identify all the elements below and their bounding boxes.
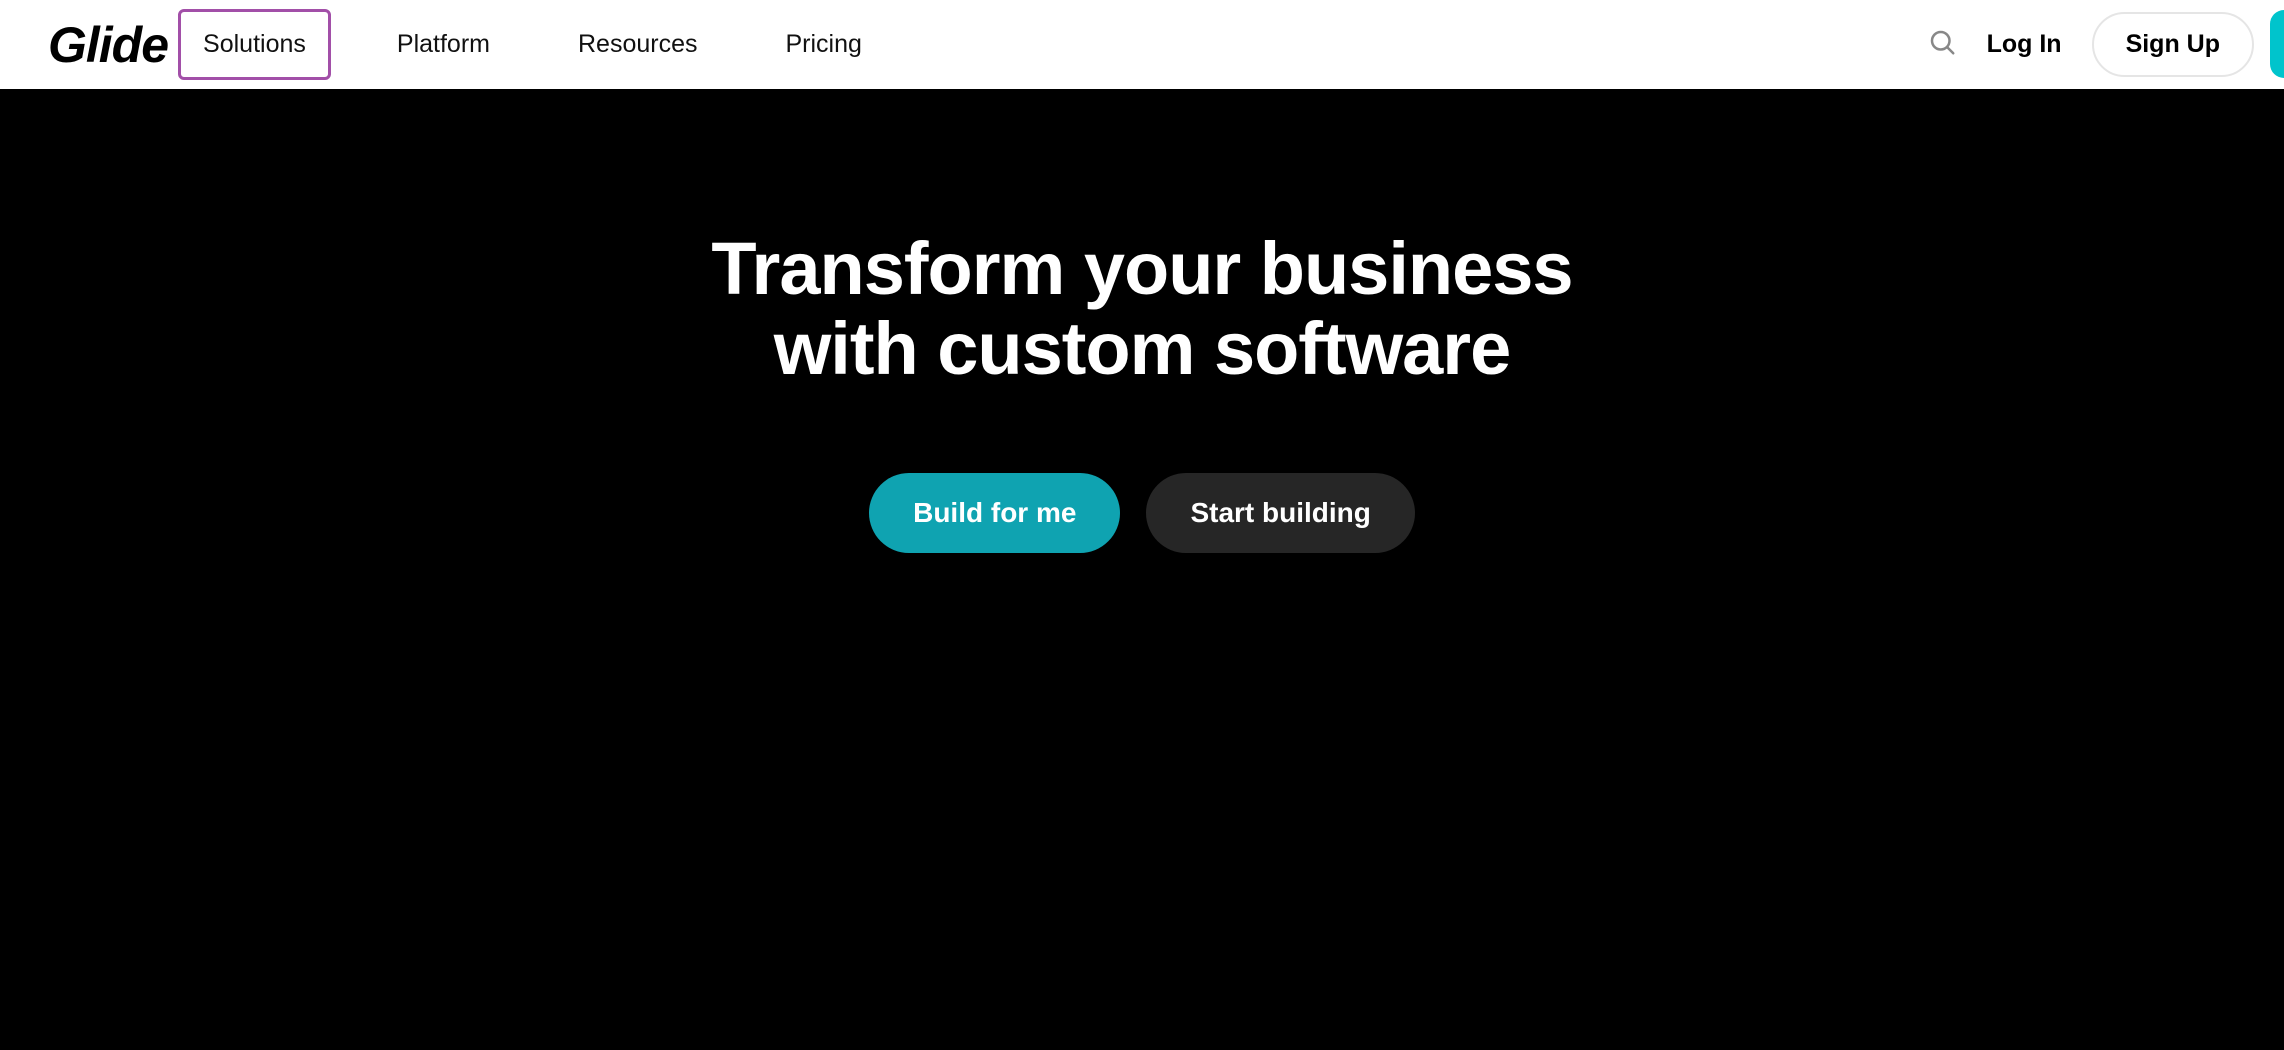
hero-section: Transform your business with custom soft… <box>0 89 2284 1050</box>
hero-title-line1: Transform your business <box>711 229 1572 309</box>
hero-buttons: Build for me Start building <box>869 473 1415 553</box>
main-nav: Solutions Platform Resources Pricing <box>178 9 884 80</box>
nav-resources[interactable]: Resources <box>556 12 720 77</box>
nav-solutions[interactable]: Solutions <box>178 9 331 80</box>
nav-pricing[interactable]: Pricing <box>763 12 883 77</box>
logo[interactable]: Glide <box>48 16 168 74</box>
nav-platform[interactable]: Platform <box>375 12 512 77</box>
build-for-me-button[interactable]: Build for me <box>869 473 1120 553</box>
login-link[interactable]: Log In <box>1987 30 2062 59</box>
accent-decoration <box>2270 10 2284 78</box>
search-icon[interactable] <box>1927 27 1957 62</box>
signup-button[interactable]: Sign Up <box>2092 12 2254 77</box>
header-right: Log In Sign Up <box>1927 12 2254 77</box>
start-building-button[interactable]: Start building <box>1146 473 1414 553</box>
header: Glide Solutions Platform Resources Prici… <box>0 0 2284 89</box>
hero-title-line2: with custom software <box>711 309 1572 389</box>
hero-title: Transform your business with custom soft… <box>711 229 1572 389</box>
